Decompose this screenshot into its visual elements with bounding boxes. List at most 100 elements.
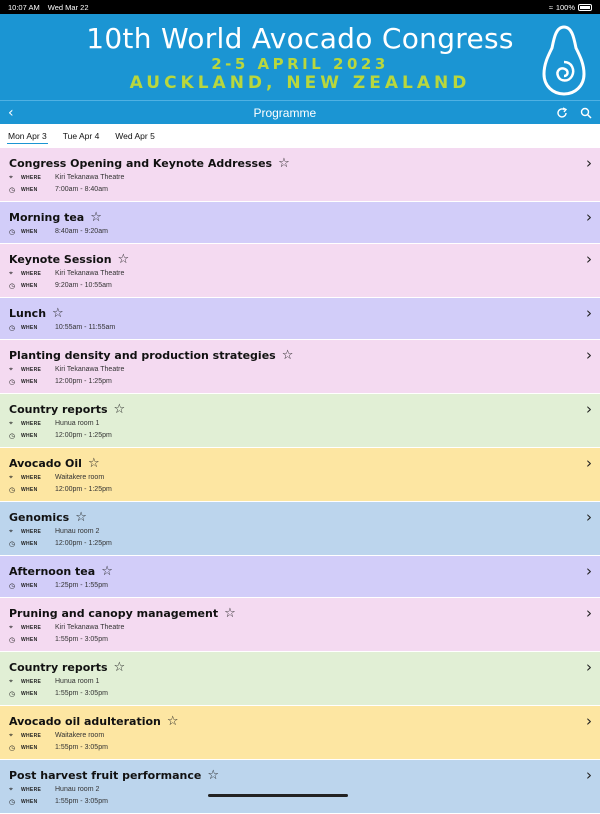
- favorite-star-icon[interactable]: ☆: [52, 306, 64, 321]
- chevron-right-icon[interactable]: ›: [586, 766, 592, 784]
- session-title-row: Keynote Session☆: [9, 252, 591, 267]
- session-row[interactable]: Avocado oil adulteration☆⌖WHEREWaitakere…: [0, 706, 600, 760]
- clock-icon: ◷: [9, 324, 21, 332]
- meta-value: 12:00pm - 1:25pm: [55, 378, 112, 385]
- favorite-star-icon[interactable]: ☆: [282, 348, 294, 363]
- meta-label: WHEN: [21, 541, 55, 547]
- meta-label: WHEN: [21, 229, 55, 235]
- session-title-row: Morning tea☆: [9, 210, 591, 225]
- search-icon[interactable]: [580, 107, 592, 119]
- meta-label: WHEN: [21, 799, 55, 805]
- chevron-right-icon[interactable]: ›: [586, 508, 592, 526]
- session-row[interactable]: Lunch ☆◷WHEN10:55am - 11:55am›: [0, 298, 600, 340]
- session-row[interactable]: Congress Opening and Keynote Addresses☆⌖…: [0, 148, 600, 202]
- location-pin-icon: ⌖: [9, 420, 21, 428]
- favorite-star-icon[interactable]: ☆: [118, 252, 130, 267]
- chevron-right-icon[interactable]: ›: [586, 658, 592, 676]
- chevron-right-icon[interactable]: ›: [586, 154, 592, 172]
- chevron-right-icon[interactable]: ›: [586, 454, 592, 472]
- clock-icon: ◷: [9, 486, 21, 494]
- session-meta: ◷WHEN12:00pm - 1:25pm: [9, 484, 591, 495]
- session-title: Afternoon tea: [9, 565, 95, 578]
- home-indicator: [208, 794, 348, 797]
- avocado-logo-icon: [542, 24, 586, 96]
- chevron-right-icon[interactable]: ›: [586, 304, 592, 322]
- favorite-star-icon[interactable]: ☆: [207, 768, 219, 783]
- favorite-star-icon[interactable]: ☆: [75, 510, 87, 525]
- meta-value: Kiri Tekanawa Theatre: [55, 174, 124, 181]
- session-title: Lunch: [9, 307, 46, 320]
- favorite-star-icon[interactable]: ☆: [101, 564, 113, 579]
- session-row[interactable]: Morning tea☆◷WHEN8:40am - 9:20am›: [0, 202, 600, 244]
- session-row[interactable]: Country reports☆⌖WHEREHunua room 1◷WHEN1…: [0, 394, 600, 448]
- session-meta: ◷WHEN12:00pm - 1:25pm: [9, 538, 591, 549]
- wifi-icon: ≈: [549, 3, 553, 12]
- clock-icon: ◷: [9, 636, 21, 644]
- session-row[interactable]: Post harvest fruit performance☆⌖WHEREHun…: [0, 760, 600, 814]
- location-pin-icon: ⌖: [9, 474, 21, 482]
- chevron-right-icon[interactable]: ›: [586, 346, 592, 364]
- session-meta: ⌖WHEREKiri Tekanawa Theatre: [9, 172, 591, 183]
- tab-mon-apr-3[interactable]: Mon Apr 3: [7, 129, 48, 144]
- clock-icon: ◷: [9, 798, 21, 806]
- chevron-right-icon[interactable]: ›: [586, 712, 592, 730]
- clock-icon: ◷: [9, 282, 21, 290]
- meta-value: Hunua room 1: [55, 678, 99, 685]
- session-meta: ⌖WHEREHunua room 1: [9, 418, 591, 429]
- session-row[interactable]: Afternoon tea☆◷WHEN1:25pm - 1:55pm›: [0, 556, 600, 598]
- day-tabs: Mon Apr 3 Tue Apr 4 Wed Apr 5: [0, 124, 600, 148]
- favorite-star-icon[interactable]: ☆: [167, 714, 179, 729]
- session-title: Avocado Oil: [9, 457, 82, 470]
- chevron-right-icon[interactable]: ›: [586, 562, 592, 580]
- session-row[interactable]: Genomics☆⌖WHEREHunau room 2◷WHEN12:00pm …: [0, 502, 600, 556]
- session-row[interactable]: Country reports☆⌖WHEREHunua room 1◷WHEN1…: [0, 652, 600, 706]
- congress-banner: 10th World Avocado Congress 2-5 APRIL 20…: [0, 14, 600, 100]
- meta-value: Kiri Tekanawa Theatre: [55, 270, 124, 277]
- session-meta: ⌖WHEREKiri Tekanawa Theatre: [9, 364, 591, 375]
- chevron-right-icon[interactable]: ›: [586, 604, 592, 622]
- session-row[interactable]: Pruning and canopy management☆⌖WHEREKiri…: [0, 598, 600, 652]
- meta-label: WHEN: [21, 187, 55, 193]
- session-title-row: Afternoon tea ☆: [9, 564, 591, 579]
- session-meta: ◷WHEN7:00am - 8:40am: [9, 184, 591, 195]
- tab-wed-apr-5[interactable]: Wed Apr 5: [114, 129, 156, 143]
- session-row[interactable]: Planting density and production strategi…: [0, 340, 600, 394]
- favorite-star-icon[interactable]: ☆: [114, 402, 126, 417]
- session-title-row: Planting density and production strategi…: [9, 348, 591, 363]
- tab-tue-apr-4[interactable]: Tue Apr 4: [62, 129, 101, 143]
- refresh-icon[interactable]: [556, 107, 568, 119]
- location-pin-icon: ⌖: [9, 732, 21, 740]
- meta-label: WHEN: [21, 583, 55, 589]
- session-meta: ◷WHEN10:55am - 11:55am: [9, 322, 591, 333]
- clock-icon: ◷: [9, 186, 21, 194]
- session-title-row: Avocado Oil ☆: [9, 456, 591, 471]
- session-title-row: Country reports☆: [9, 402, 591, 417]
- favorite-star-icon[interactable]: ☆: [114, 660, 126, 675]
- meta-label: WHERE: [21, 367, 55, 373]
- meta-value: 9:20am - 10:55am: [55, 282, 112, 289]
- banner-dates: 2-5 APRIL 2023: [0, 55, 600, 73]
- meta-value: 1:55pm - 3:05pm: [55, 636, 108, 643]
- session-meta: ◷WHEN12:00pm - 1:25pm: [9, 430, 591, 441]
- banner-title: 10th World Avocado Congress: [0, 14, 600, 55]
- favorite-star-icon[interactable]: ☆: [88, 456, 100, 471]
- meta-value: Kiri Tekanawa Theatre: [55, 624, 124, 631]
- back-chevron-left-icon[interactable]: ‹: [8, 106, 14, 120]
- session-title: Pruning and canopy management: [9, 607, 218, 620]
- session-title-row: Pruning and canopy management ☆: [9, 606, 591, 621]
- meta-label: WHEN: [21, 487, 55, 493]
- location-pin-icon: ⌖: [9, 174, 21, 182]
- meta-value: Kiri Tekanawa Theatre: [55, 366, 124, 373]
- favorite-star-icon[interactable]: ☆: [224, 606, 236, 621]
- session-list: Congress Opening and Keynote Addresses☆⌖…: [0, 148, 600, 814]
- chevron-right-icon[interactable]: ›: [586, 250, 592, 268]
- favorite-star-icon[interactable]: ☆: [90, 210, 102, 225]
- chevron-right-icon[interactable]: ›: [586, 400, 592, 418]
- meta-label: WHERE: [21, 787, 55, 793]
- session-row[interactable]: Avocado Oil☆⌖WHEREWaitakere room◷WHEN12:…: [0, 448, 600, 502]
- favorite-star-icon[interactable]: ☆: [278, 156, 290, 171]
- session-row[interactable]: Keynote Session☆⌖WHEREKiri Tekanawa Thea…: [0, 244, 600, 298]
- chevron-right-icon[interactable]: ›: [586, 208, 592, 226]
- meta-value: Hunau room 2: [55, 786, 99, 793]
- meta-value: Hunau room 2: [55, 528, 99, 535]
